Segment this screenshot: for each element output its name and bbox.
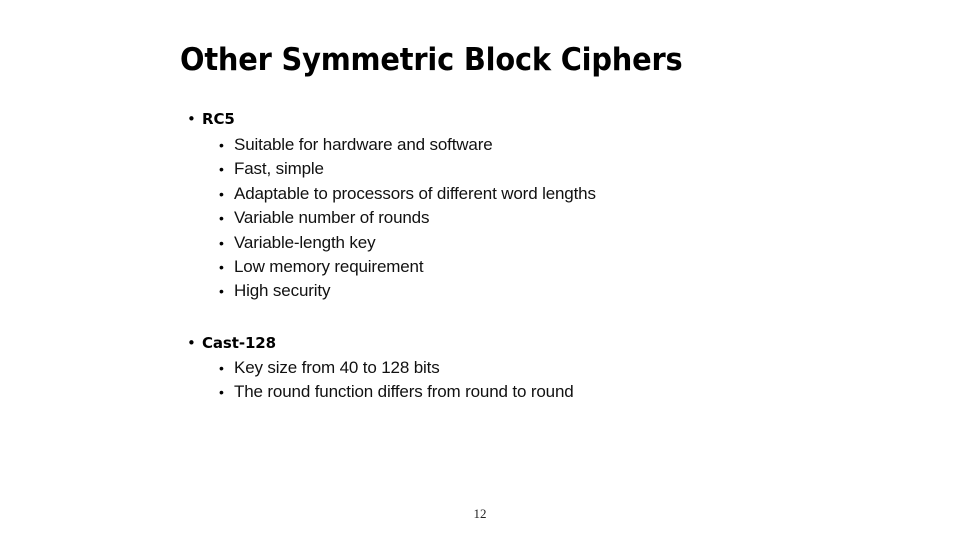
bullet-dot-icon: • — [219, 383, 224, 400]
bullet-heading-label: RC5 — [202, 110, 235, 128]
bullet-heading-rc5: • RC5 — [0, 108, 960, 130]
bullet-dot-icon: • — [187, 110, 196, 128]
sublist-cast128: • Key size from 40 to 128 bits • The rou… — [0, 356, 960, 404]
list-item: • Key size from 40 to 128 bits — [0, 356, 960, 380]
list-item-label: Adaptable to processors of different wor… — [234, 183, 596, 203]
list-item: • Suitable for hardware and software — [0, 133, 960, 157]
slide-body: • RC5 • Suitable for hardware and softwa… — [0, 108, 960, 404]
bullet-group-cast128: • Cast-128 • Key size from 40 to 128 bit… — [0, 332, 960, 404]
bullet-heading-cast128: • Cast-128 — [0, 332, 960, 354]
list-item: • High security — [0, 279, 960, 303]
list-item-label: High security — [234, 281, 331, 301]
page-title: Other Symmetric Block Ciphers — [180, 42, 683, 78]
bullet-group-rc5: • RC5 • Suitable for hardware and softwa… — [0, 108, 960, 304]
list-item-label: Suitable for hardware and software — [234, 135, 493, 154]
list-item: • Low memory requirement — [0, 255, 960, 279]
list-item: • Variable number of rounds — [0, 206, 960, 230]
page-number: 12 — [473, 506, 487, 521]
bullet-dot-icon: • — [219, 210, 224, 227]
list-item: • Adaptable to processors of different w… — [0, 182, 960, 206]
list-item-label: The round function differs from round to… — [234, 381, 574, 401]
sublist-rc5: • Suitable for hardware and software • F… — [0, 133, 960, 304]
list-item-label: Key size from 40 to 128 bits — [234, 357, 440, 377]
list-item-label: Fast, simple — [234, 159, 324, 179]
bullet-dot-icon: • — [219, 161, 224, 178]
list-item-label: Low memory requirement — [234, 257, 424, 277]
bullet-dot-icon: • — [219, 259, 224, 276]
bullet-dot-icon: • — [219, 185, 224, 202]
list-item-label: Variable number of rounds — [234, 208, 430, 228]
bullet-dot-icon: • — [219, 359, 224, 376]
list-item: • The round function differs from round … — [0, 380, 960, 404]
list-item-label: Variable-length key — [234, 232, 376, 252]
bullet-dot-icon: • — [187, 333, 196, 352]
bullet-dot-icon: • — [219, 137, 224, 153]
list-item: • Variable-length key — [0, 231, 960, 255]
slide-canvas: Other Symmetric Block Ciphers • RC5 • Su… — [0, 0, 960, 540]
bullet-dot-icon: • — [219, 283, 224, 300]
list-item: • Fast, simple — [0, 157, 960, 181]
bullet-dot-icon: • — [219, 234, 224, 251]
bullet-heading-label: Cast-128 — [202, 333, 276, 352]
